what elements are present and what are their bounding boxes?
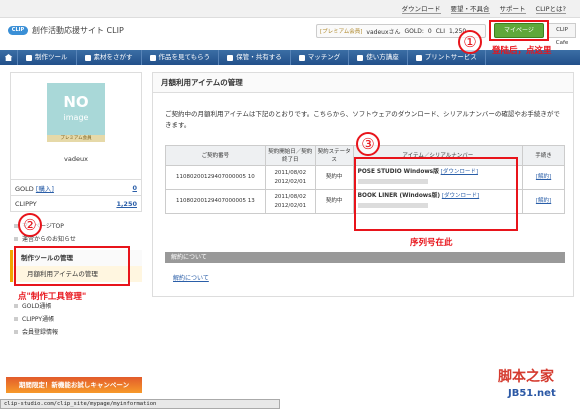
nav-label: 保管・共有する — [236, 53, 282, 61]
top-utility-bar: ダウンロード 要望・不具合 サポート CLIPとは? — [0, 0, 580, 18]
col-status: 契約ステータス — [314, 145, 354, 166]
book-icon — [357, 54, 364, 61]
browser-status-bar: clip-studio.com/clip_site/mypage/myinfor… — [0, 399, 280, 409]
cancel-link[interactable]: [解約] — [536, 198, 551, 204]
clippy-label: CLIPPY — [15, 199, 37, 208]
nav-matching[interactable]: マッチング — [291, 50, 350, 65]
header-gold-label: GOLD: — [404, 27, 424, 35]
tool-icon — [26, 54, 32, 61]
avatar-text-1: NO — [63, 93, 89, 111]
top-link-about[interactable]: CLIPとは? — [535, 3, 566, 14]
top-link-download[interactable]: ダウンロード — [401, 3, 441, 14]
profile-name: vadeux — [64, 155, 88, 163]
col-period: 契約開始日／契約終了日 — [264, 145, 316, 166]
page-description: ご契約中の月額利用アイテムは下記のとおりです。こちらから、ソフトウェアのダウンロ… — [165, 110, 560, 129]
col-action: 手続き — [522, 145, 565, 166]
header-clippy-label: CLI — [435, 27, 446, 35]
header-gold-value: 0 — [427, 27, 432, 35]
cancel-link[interactable]: [解約] — [536, 174, 551, 180]
side-links-bottom: GOLD通帳 CLIPPY通帳 会員登録情報 — [10, 300, 142, 339]
gold-stat: GOLD [購入] 0 — [10, 180, 142, 196]
annotation-2-circle: ② — [18, 213, 42, 237]
watermark-sub: JB51.net — [508, 388, 556, 399]
end-date: 2012/02/01 — [274, 202, 307, 209]
home-icon — [4, 54, 13, 61]
clip-logo-icon: CLIP — [8, 26, 28, 35]
watermark-main: 脚本之家 — [498, 369, 554, 385]
start-date: 2011/08/02 — [274, 193, 307, 200]
contract-no: 11080200129407000005 13 — [165, 189, 266, 214]
works-icon — [149, 54, 156, 61]
nav-storage[interactable]: 保管・共有する — [219, 50, 291, 65]
annotation-2-text: 点"制作工具管理" — [18, 292, 87, 302]
status-cell: 契約中 — [314, 165, 354, 190]
avatar-text-2: image — [63, 113, 89, 122]
nav-label: 素材をさがす — [93, 53, 133, 61]
period-cell: 2011/08/02 2012/02/01 — [264, 189, 316, 214]
cancel-section-header: 解約について — [165, 252, 565, 263]
site-title: 創作活動応援サイト CLIP — [32, 26, 124, 35]
nav-label: マッチング — [307, 53, 341, 61]
action-cell: [解約] — [522, 165, 565, 190]
end-date: 2012/02/01 — [274, 178, 307, 185]
clippy-stat: CLIPPY 1,250 — [10, 196, 142, 212]
annotation-1-circle: ① — [458, 30, 482, 54]
nav-materials[interactable]: 素材をさがす — [77, 50, 142, 65]
clip-cafe-button[interactable]: CLIP Cafe — [548, 23, 576, 46]
nav-howto[interactable]: 使い方講座 — [349, 50, 408, 65]
premium-strip: プレミアム会員 — [47, 135, 105, 142]
gold-buy-link[interactable]: [購入] — [36, 185, 54, 193]
contract-no: 11080200129407000005 10 — [165, 165, 266, 190]
period-cell: 2011/08/02 2012/02/01 — [264, 165, 316, 190]
cancel-info-link[interactable]: 解約について — [173, 273, 209, 282]
highlight-serial — [354, 157, 518, 231]
gold-label: GOLD — [15, 184, 34, 193]
annotation-1-text: 登陆后，点这里 — [492, 46, 552, 56]
nav-label: 制作ツール — [35, 53, 68, 61]
top-link-support[interactable]: サポート — [499, 3, 526, 14]
page-title: 月額利用アイテムの管理 — [153, 73, 573, 93]
nav-label: 使い方講座 — [366, 53, 399, 61]
annotation-3-circle: ③ — [356, 132, 380, 156]
gold-value[interactable]: 0 — [132, 184, 137, 192]
premium-tag: [プレミアム会員] — [320, 29, 363, 35]
avatar[interactable]: NO image — [47, 83, 105, 135]
material-icon — [84, 54, 91, 61]
top-links: ダウンロード 要望・不具合 サポート CLIPとは? — [401, 3, 566, 14]
top-link-requests[interactable]: 要望・不具合 — [450, 3, 490, 14]
annotation-3-text: 序列号在此 — [410, 238, 453, 248]
print-icon — [415, 54, 422, 61]
header-username: vadeuxさん — [366, 28, 401, 36]
nav-works[interactable]: 作品を見てもらう — [142, 50, 220, 65]
site-logo[interactable]: CLIP 創作活動応援サイト CLIP — [8, 25, 124, 36]
nav-label: 作品を見てもらう — [158, 53, 211, 61]
start-date: 2011/08/02 — [274, 169, 307, 176]
matching-icon — [298, 54, 305, 61]
clippy-value[interactable]: 1,250 — [116, 200, 137, 208]
status-cell: 契約中 — [314, 189, 354, 214]
nav-home[interactable] — [0, 50, 18, 65]
col-contract-no: ご契約番号 — [165, 145, 266, 166]
campaign-banner[interactable]: 期間限定！新機能お試しキャンペーン — [6, 377, 142, 393]
highlight-sidebar — [14, 246, 130, 286]
storage-icon — [227, 54, 234, 61]
highlight-mypage — [489, 20, 549, 41]
nav-tools[interactable]: 制作ツール — [18, 50, 77, 65]
sidebar-item-clippy-book[interactable]: CLIPPY通帳 — [10, 313, 142, 326]
gold-label-group: GOLD [購入] — [15, 183, 54, 193]
sidebar-item-member-info[interactable]: 会員登録情報 — [10, 326, 142, 339]
profile-card: NO image プレミアム会員 vadeux — [10, 72, 142, 180]
action-cell: [解約] — [522, 189, 565, 214]
